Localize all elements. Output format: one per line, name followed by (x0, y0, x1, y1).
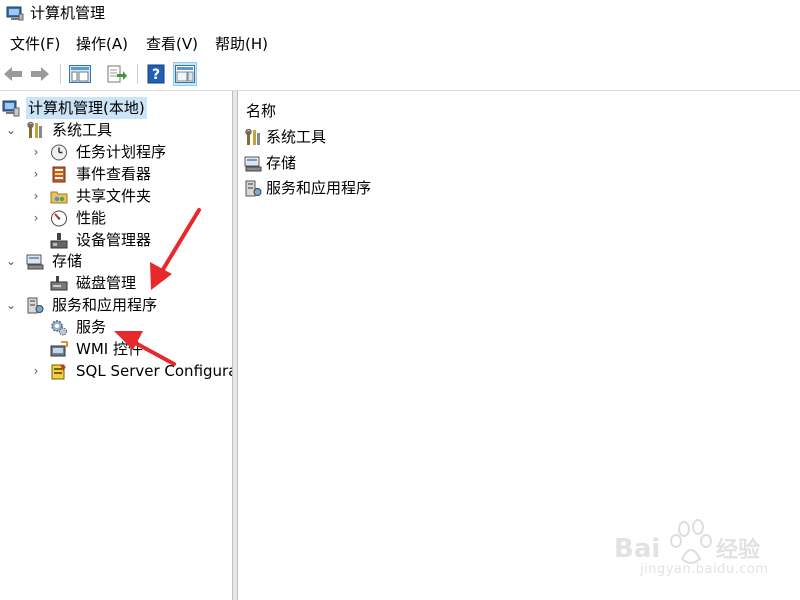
tree-item-label: 计算机管理(本地) (26, 97, 147, 119)
expand-chevron-icon[interactable]: ⌄ (5, 250, 17, 272)
computer-management-icon (6, 6, 24, 22)
tree-item-event-viewer[interactable]: › 事件查看器 (0, 163, 232, 185)
tree-item-label: 服务 (76, 318, 107, 336)
back-arrow-icon (4, 67, 22, 81)
show-console-tree-button[interactable] (68, 62, 92, 86)
toolbar-separator (137, 64, 138, 84)
tree-item-label: 设备管理器 (76, 231, 152, 249)
tree-item-label: 任务计划程序 (76, 143, 167, 161)
performance-icon (50, 210, 68, 227)
list-item-label: 系统工具 (266, 128, 327, 146)
show-console-tree-icon (69, 65, 91, 83)
sql-server-icon (50, 363, 68, 380)
help-button[interactable]: ? (144, 62, 168, 86)
tree-item-label: 性能 (76, 209, 107, 227)
gear-icon (50, 319, 68, 336)
menu-bar: 文件(F) 操作(A) 查看(V) 帮助(H) (0, 33, 800, 55)
tree-item-services-and-applications[interactable]: ⌄ 服务和应用程序 (0, 294, 232, 316)
collapsed-chevron-icon[interactable]: › (30, 185, 42, 207)
show-action-pane-button[interactable] (173, 62, 197, 86)
list-item-label: 服务和应用程序 (266, 179, 372, 197)
tree-item-label: SQL Server Configurati (76, 362, 232, 380)
tools-icon (26, 121, 44, 139)
tree-item-label: WMI 控件 (76, 340, 143, 358)
computer-management-icon (2, 100, 20, 117)
tree-item-wmi-control[interactable]: WMI 控件 (0, 338, 232, 360)
tree-item-label: 存储 (52, 252, 83, 270)
tree-item-label: 共享文件夹 (76, 187, 152, 205)
tools-icon (244, 128, 262, 146)
disk-management-icon (50, 275, 68, 292)
collapsed-chevron-icon[interactable]: › (30, 141, 42, 163)
title-bar: 计算机管理 (0, 0, 800, 28)
event-viewer-icon (50, 166, 68, 183)
export-list-button[interactable] (105, 62, 129, 86)
clock-icon (50, 144, 68, 161)
back-button[interactable] (1, 62, 25, 86)
tree-item-storage[interactable]: ⌄ 存储 (0, 250, 232, 272)
services-apps-icon (26, 297, 44, 314)
watermark-text: jingyan.baidu.com (640, 562, 769, 577)
tree-item-computer-management[interactable]: 计算机管理(本地) (0, 97, 232, 119)
window-title: 计算机管理 (30, 4, 106, 22)
device-manager-icon (50, 232, 68, 249)
tree-item-shared-folders[interactable]: › 共享文件夹 (0, 185, 232, 207)
help-icon: ? (147, 64, 165, 84)
menu-file[interactable]: 文件(F) (8, 33, 62, 55)
results-pane: 名称 系统工具 存储 服务和应用程序 (238, 91, 800, 600)
show-action-pane-icon (175, 65, 195, 83)
wmi-control-icon (50, 341, 68, 358)
collapsed-chevron-icon[interactable]: › (30, 207, 42, 229)
menu-view[interactable]: 查看(V) (144, 33, 200, 55)
storage-icon (244, 155, 262, 172)
column-header-name[interactable]: 名称 (246, 101, 276, 121)
list-item-label: 存储 (266, 154, 297, 172)
expand-chevron-icon[interactable]: ⌄ (5, 294, 17, 316)
menu-help[interactable]: 帮助(H) (213, 33, 270, 55)
collapsed-chevron-icon[interactable]: › (30, 360, 42, 382)
tree-item-disk-management[interactable]: 磁盘管理 (0, 272, 232, 294)
collapsed-chevron-icon[interactable]: › (30, 163, 42, 185)
export-list-icon (107, 65, 127, 83)
expand-chevron-icon[interactable]: ⌄ (5, 119, 17, 141)
tree-item-sql-server-configuration[interactable]: › SQL Server Configurati (0, 360, 232, 382)
menu-action[interactable]: 操作(A) (74, 33, 130, 55)
toolbar: ? (0, 58, 800, 91)
services-apps-icon (244, 180, 262, 197)
tree-item-task-scheduler[interactable]: › 任务计划程序 (0, 141, 232, 163)
tree-item-device-manager[interactable]: 设备管理器 (0, 229, 232, 251)
toolbar-separator (60, 64, 61, 84)
storage-icon (26, 253, 44, 270)
tree-item-performance[interactable]: › 性能 (0, 207, 232, 229)
tree-item-system-tools[interactable]: ⌄ 系统工具 (0, 119, 232, 141)
tree-item-label: 磁盘管理 (76, 274, 137, 292)
forward-arrow-icon (31, 67, 49, 81)
tree-item-label: 事件查看器 (76, 165, 152, 183)
tree-item-services[interactable]: 服务 (0, 316, 232, 338)
forward-button[interactable] (28, 62, 52, 86)
console-tree: 计算机管理(本地) ⌄ 系统工具 › 任务计划程序 › 事件查看器 › 共享文件… (0, 91, 232, 600)
tree-item-label: 服务和应用程序 (52, 296, 158, 314)
shared-folder-icon (50, 188, 68, 205)
svg-text:?: ? (152, 67, 160, 83)
tree-item-label: 系统工具 (52, 121, 113, 139)
